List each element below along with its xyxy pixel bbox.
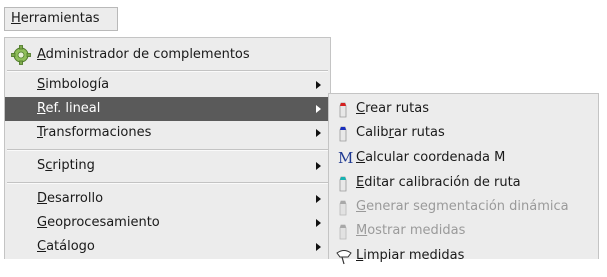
submenu-arrow-icon <box>316 129 321 137</box>
submenu-arrow-icon <box>316 162 321 170</box>
submenu-item-editar-calibracion[interactable]: Editar calibración de ruta <box>329 171 598 195</box>
menu-item-simbologia[interactable]: Simbología <box>5 73 330 97</box>
menu-item-label: Simbología <box>37 77 110 92</box>
menu-item-scripting[interactable]: Scripting <box>5 154 330 178</box>
menu-bar: Herramientas <box>0 0 607 37</box>
menu-herramientas[interactable]: Herramientas <box>4 7 118 31</box>
herramientas-dropdown: Administrador de complementos Simbología… <box>4 37 331 259</box>
menu-item-label: Calcular coordenada M <box>356 150 506 165</box>
submenu-item-calibrar-rutas[interactable]: Calibrar rutas <box>329 121 598 145</box>
menu-item-transformaciones[interactable]: Transformaciones <box>5 121 330 145</box>
menu-item-label: Editar calibración de ruta <box>356 175 521 190</box>
menu-item-label: Geoprocesamiento <box>37 215 160 230</box>
menu-item-label: Scripting <box>37 158 95 173</box>
menu-item-label: Desarrollo <box>37 191 104 206</box>
menu-item-catalogo[interactable]: Catálogo <box>5 235 330 259</box>
menu-item-label: Generar segmentación dinámica <box>356 199 569 214</box>
menu-item-ref-lineal[interactable]: Ref. lineal <box>5 97 330 121</box>
mnemonic: H <box>11 11 21 26</box>
submenu-item-mostrar-medidas[interactable]: Mostrar medidas <box>329 219 598 243</box>
submenu-arrow-icon <box>316 243 321 251</box>
show-measures-icon <box>334 219 354 243</box>
menu-item-label: Transformaciones <box>37 125 152 140</box>
clear-measures-icon <box>334 244 354 268</box>
menu-item-label: Catálogo <box>37 239 95 254</box>
menu-item-desarrollo[interactable]: Desarrollo <box>5 187 330 211</box>
menu-item-label: Crear rutas <box>356 101 429 116</box>
submenu-item-limpiar-medidas[interactable]: Limpiar medidas <box>329 244 598 268</box>
menu-item-geoprocesamiento[interactable]: Geoprocesamiento <box>5 211 330 235</box>
separator <box>7 70 328 72</box>
menu-item-label: Calibrar rutas <box>356 125 445 140</box>
menu-item-administrador-complementos[interactable]: Administrador de complementos <box>5 43 330 67</box>
submenu-item-crear-rutas[interactable]: Crear rutas <box>329 97 598 121</box>
separator <box>7 182 328 184</box>
gear-plugin-icon <box>11 43 31 67</box>
submenu-arrow-icon <box>316 105 321 113</box>
submenu-arrow-icon <box>316 195 321 203</box>
create-route-icon <box>334 97 354 121</box>
ref-lineal-submenu: Crear rutas Calibrar rutas M Calcular co… <box>328 93 599 265</box>
separator <box>7 149 328 151</box>
edit-calibration-icon <box>334 171 354 195</box>
menu-item-label: Administrador de complementos <box>37 47 250 62</box>
menu-item-label: Limpiar medidas <box>356 248 465 263</box>
submenu-item-generar-segmentacion[interactable]: Generar segmentación dinámica <box>329 195 598 219</box>
menu-item-label: Mostrar medidas <box>356 223 466 238</box>
dynamic-segmentation-icon <box>334 195 354 219</box>
submenu-item-calcular-coordenada-m[interactable]: M Calcular coordenada M <box>329 146 598 170</box>
calibrate-route-icon <box>334 121 354 145</box>
submenu-arrow-icon <box>316 81 321 89</box>
menu-item-label: Ref. lineal <box>37 101 101 116</box>
m-coordinate-icon: M <box>338 149 354 167</box>
submenu-arrow-icon <box>316 219 321 227</box>
